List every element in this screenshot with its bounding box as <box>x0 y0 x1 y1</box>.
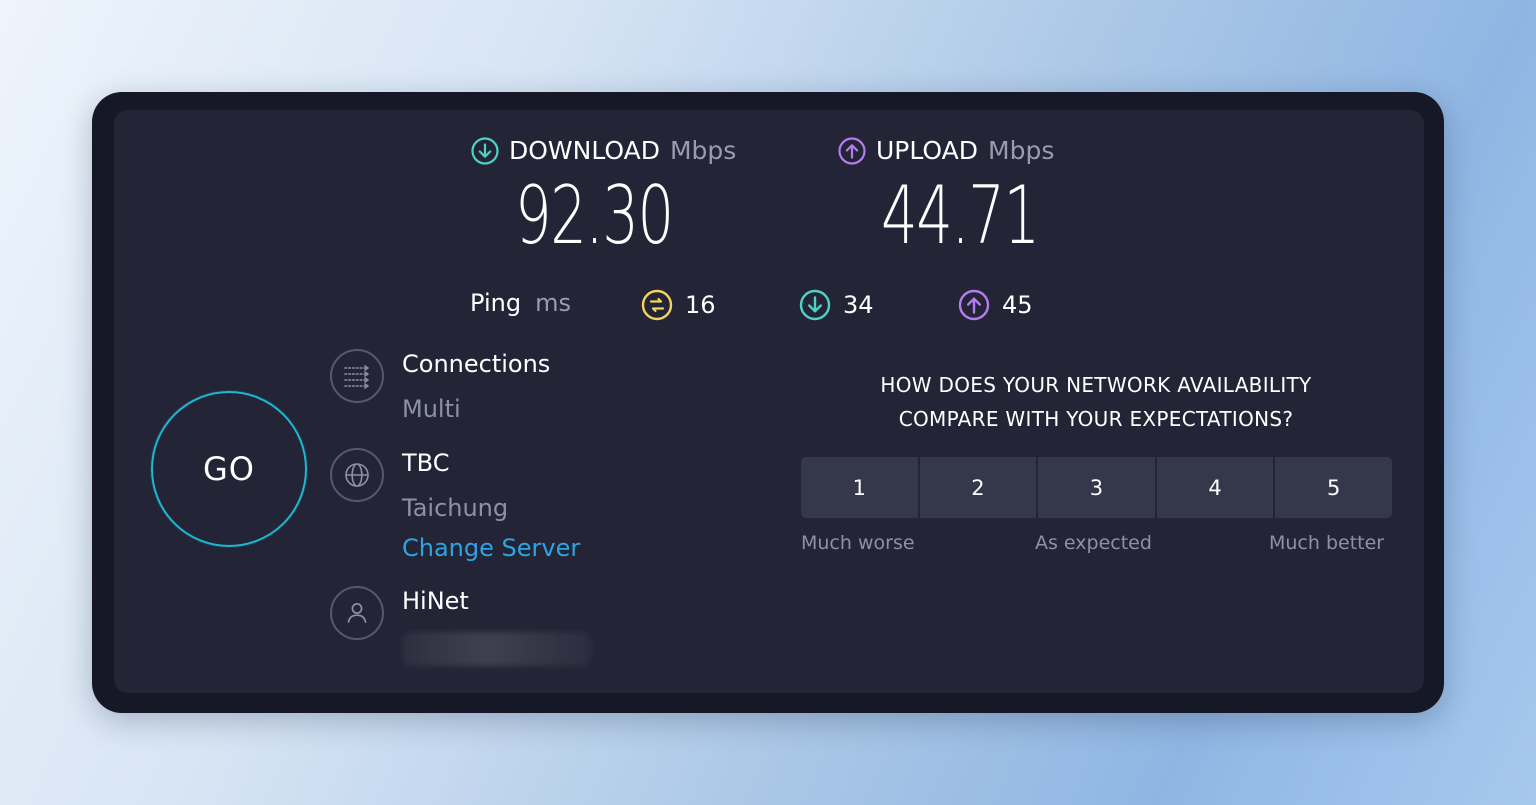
survey-question-line1: HOW DOES YOUR NETWORK AVAILABILITY <box>880 373 1312 397</box>
rating-button-3[interactable]: 3 <box>1038 457 1155 518</box>
change-server-link[interactable]: Change Server <box>402 534 580 562</box>
go-button[interactable]: GO <box>151 391 307 547</box>
ping-idle: 16 <box>641 289 716 321</box>
ping-download: 34 <box>799 289 874 321</box>
arrow-up-circle-icon <box>958 289 990 321</box>
upload-header: UPLOAD Mbps <box>838 136 1054 165</box>
ping-row: Ping ms <box>470 289 571 317</box>
globe-glyph <box>345 463 369 487</box>
user-icon <box>330 586 384 640</box>
rating-button-5[interactable]: 5 <box>1275 457 1392 518</box>
ping-upload: 45 <box>958 289 1033 321</box>
connections-arrows-glyph <box>344 365 369 389</box>
rating-scale: 1 2 3 4 5 <box>801 457 1392 518</box>
scale-mid-label: As expected <box>1035 532 1152 554</box>
scale-low-label: Much worse <box>801 532 915 554</box>
survey-question-line2: COMPARE WITH YOUR EXPECTATIONS? <box>898 407 1294 431</box>
globe-icon <box>330 448 384 502</box>
rating-button-2[interactable]: 2 <box>919 457 1037 518</box>
ping-idle-value: 16 <box>685 291 716 319</box>
go-button-label: GO <box>203 450 255 488</box>
upload-label: UPLOAD <box>876 136 979 165</box>
download-label: DOWNLOAD <box>509 136 660 165</box>
redacted-ip-address <box>402 632 592 666</box>
ping-unit: ms <box>535 289 571 317</box>
survey-question: HOW DOES YOUR NETWORK AVAILABILITY COMPA… <box>800 368 1392 436</box>
provider-title: HiNet <box>402 587 469 615</box>
upload-speed-value: 44.71 <box>881 169 1040 262</box>
download-unit: Mbps <box>669 136 737 165</box>
server-location: Taichung <box>402 494 509 522</box>
arrow-up-circle-icon <box>838 136 866 165</box>
ping-jitter-icon <box>641 289 673 321</box>
connections-value: Multi <box>402 395 461 423</box>
scale-high-label: Much better <box>1269 532 1385 554</box>
arrow-down-circle-icon <box>799 289 831 321</box>
server-title: TBC <box>402 449 450 477</box>
ping-upload-value: 45 <box>1002 291 1033 319</box>
download-header: DOWNLOAD Mbps <box>471 136 736 165</box>
rating-button-1[interactable]: 1 <box>801 457 918 518</box>
user-glyph <box>347 603 367 623</box>
ping-download-value: 34 <box>843 291 874 319</box>
rating-button-4[interactable]: 4 <box>1156 457 1274 518</box>
ping-label: Ping <box>470 289 522 317</box>
upload-unit: Mbps <box>988 136 1055 165</box>
connections-icon <box>330 349 384 403</box>
arrow-down-circle-icon <box>471 136 499 165</box>
connections-title: Connections <box>402 350 551 378</box>
download-speed-value: 92.30 <box>515 169 674 262</box>
